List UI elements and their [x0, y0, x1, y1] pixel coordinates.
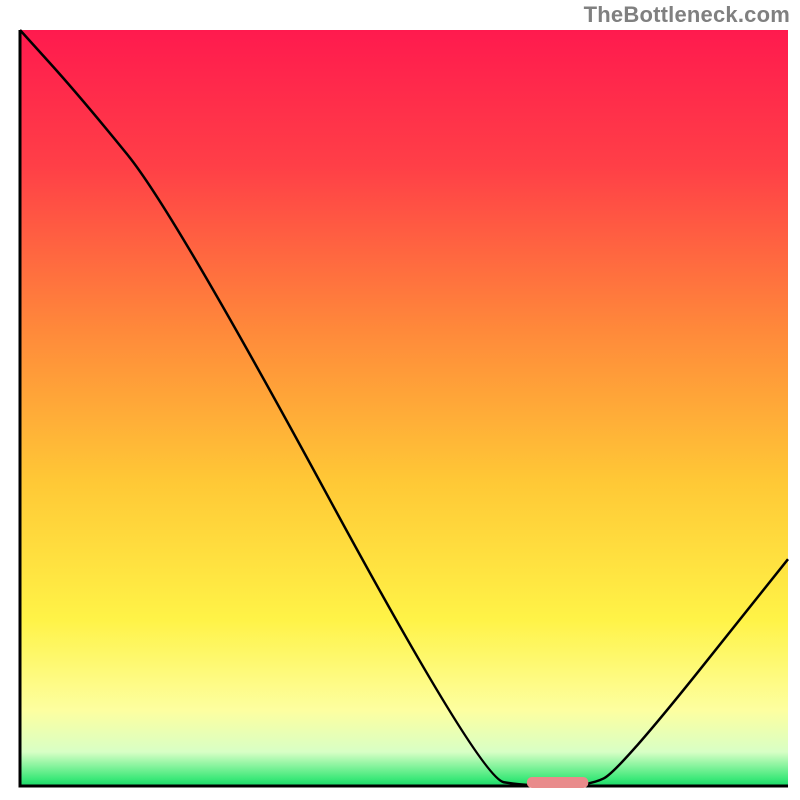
watermark-text: TheBottleneck.com: [584, 2, 790, 28]
chart-container: TheBottleneck.com: [0, 0, 800, 800]
bottleneck-chart: [0, 0, 800, 800]
plot-background: [20, 30, 788, 786]
optimal-marker: [527, 777, 588, 788]
